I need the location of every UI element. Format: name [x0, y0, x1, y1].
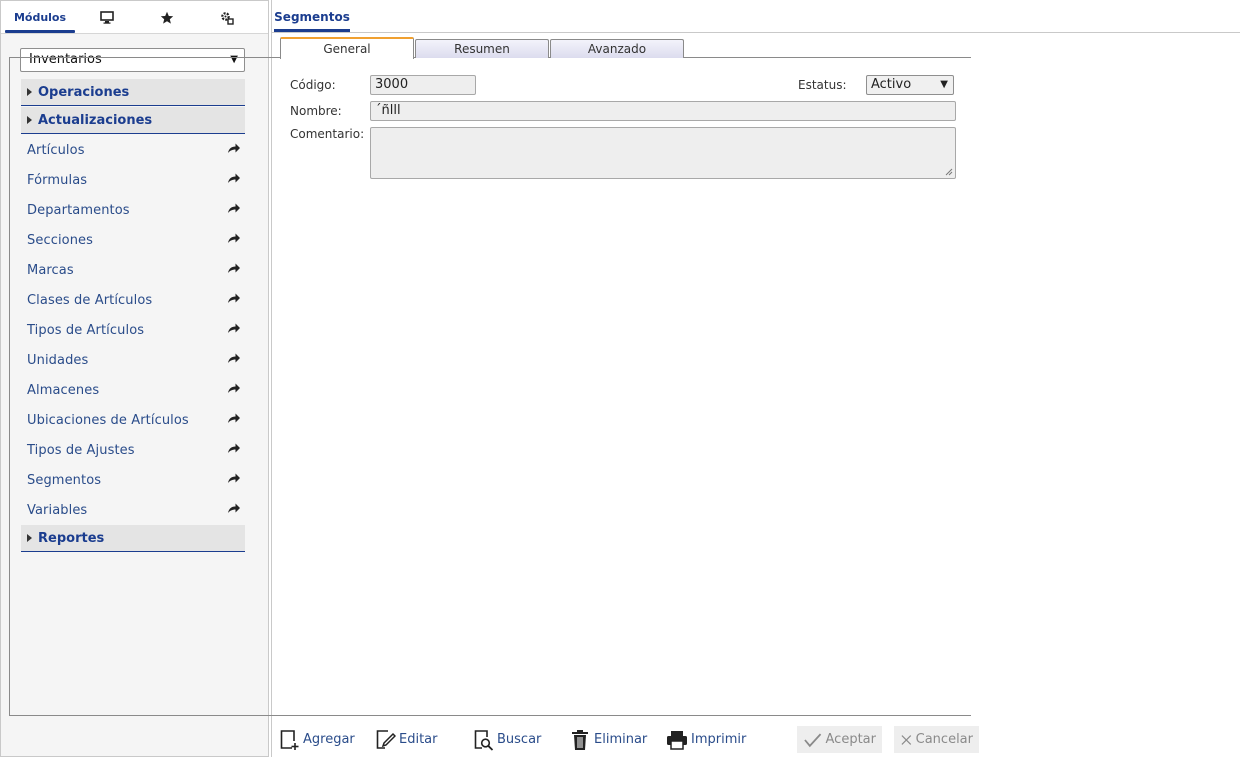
agregar-label: Agregar: [303, 732, 355, 747]
tab-resumen[interactable]: Resumen: [415, 39, 549, 58]
left-tab-strip: Módulos: [1, 1, 268, 34]
tab-modules-label: Módulos: [13, 11, 67, 24]
cancelar-button[interactable]: Cancelar: [894, 726, 979, 753]
document-tab-strip: Segmentos: [272, 0, 1240, 33]
close-icon: [901, 734, 912, 745]
tab-modules[interactable]: Módulos: [5, 1, 75, 34]
aceptar-button[interactable]: Aceptar: [797, 726, 882, 753]
editar-label: Editar: [399, 732, 438, 747]
editar-button[interactable]: Editar: [376, 726, 438, 753]
estatus-value: Activo: [871, 77, 912, 92]
monitor-icon[interactable]: [87, 1, 127, 34]
resize-grip-icon[interactable]: [945, 168, 953, 176]
buscar-label: Buscar: [497, 732, 542, 747]
cancelar-label: Cancelar: [915, 732, 973, 747]
dropdown-arrow-icon: ▼: [940, 79, 948, 90]
add-document-icon: [280, 729, 299, 750]
check-icon: [804, 733, 822, 747]
trash-icon: [572, 729, 588, 750]
eliminar-button[interactable]: Eliminar: [571, 726, 647, 753]
imprimir-label: Imprimir: [691, 732, 747, 747]
imprimir-button[interactable]: Imprimir: [666, 726, 746, 753]
comentario-field[interactable]: [370, 127, 956, 179]
printer-icon: [667, 730, 687, 750]
tab-resumen-label: Resumen: [454, 42, 510, 56]
codigo-value: 3000: [375, 77, 409, 92]
nombre-value: ´ñlll: [375, 103, 401, 118]
tab-avanzado[interactable]: Avanzado: [550, 39, 684, 58]
estatus-label: Estatus:: [798, 78, 847, 92]
nombre-label: Nombre:: [290, 104, 342, 118]
tab-general-label: General: [323, 42, 371, 56]
comentario-label: Comentario:: [290, 127, 365, 141]
tab-general[interactable]: General: [280, 37, 414, 59]
edit-icon: [376, 729, 396, 749]
search-document-icon: [474, 729, 494, 751]
aceptar-label: Aceptar: [825, 732, 876, 747]
star-icon[interactable]: [147, 1, 187, 34]
settings-icon[interactable]: [207, 1, 247, 34]
eliminar-label: Eliminar: [594, 732, 648, 747]
tab-avanzado-label: Avanzado: [587, 42, 647, 56]
codigo-label: Código:: [290, 78, 336, 92]
nombre-field[interactable]: ´ñlll: [370, 101, 956, 121]
agregar-button[interactable]: Agregar: [280, 726, 355, 753]
buscar-button[interactable]: Buscar: [474, 726, 541, 753]
codigo-field[interactable]: 3000: [370, 75, 476, 95]
estatus-select[interactable]: Activo ▼: [866, 75, 954, 95]
tab-segmentos[interactable]: Segmentos: [274, 0, 350, 33]
tab-segmentos-label: Segmentos: [274, 9, 350, 24]
